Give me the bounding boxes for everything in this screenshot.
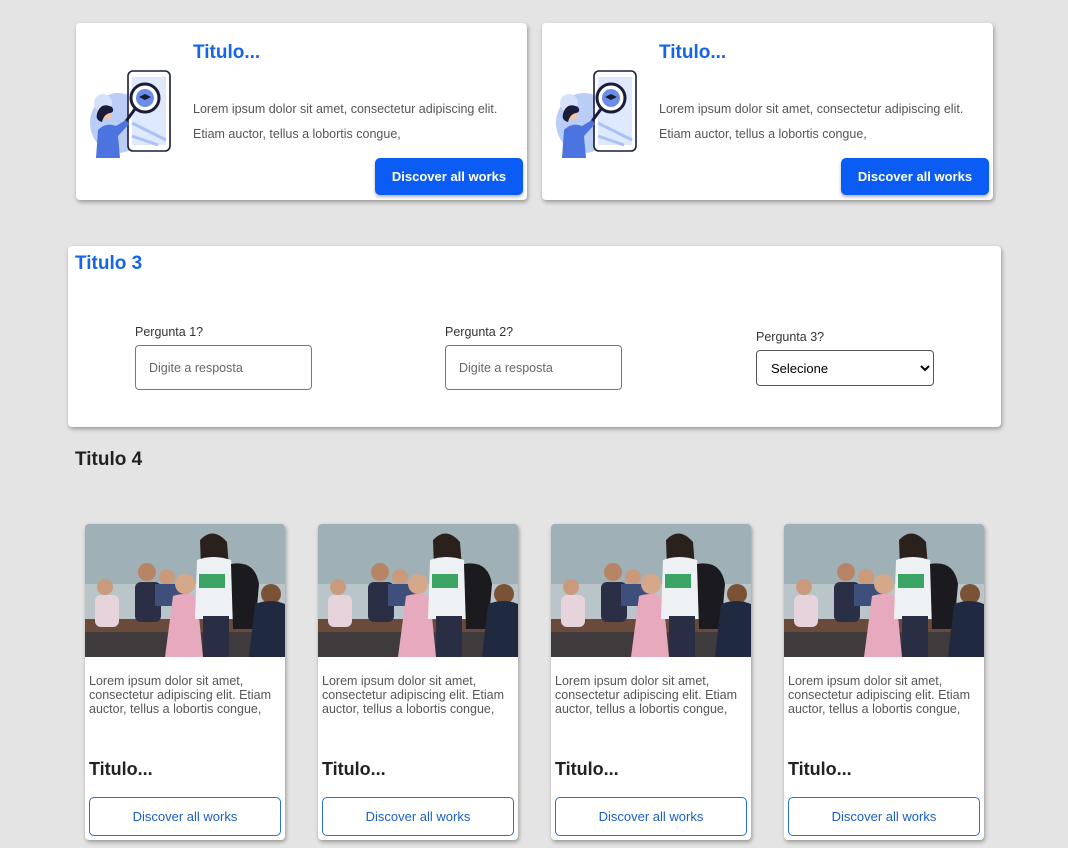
content-card: Lorem ipsum dolor sit amet, consectetur … — [318, 524, 518, 840]
discover-all-works-button[interactable]: Discover all works — [89, 797, 281, 836]
info-card: Titulo... Lorem ipsum dolor sit amet, co… — [542, 23, 993, 200]
card-description-line: Lorem ipsum dolor sit amet, consectetur … — [659, 102, 964, 116]
discover-all-works-button[interactable]: Discover all works — [788, 797, 980, 836]
card-title: Titulo... — [89, 759, 153, 779]
section-4-title: Titulo 4 — [75, 449, 143, 470]
card-title: Titulo... — [555, 759, 619, 779]
card-title: Titulo... — [659, 42, 727, 63]
classroom-students-photo — [551, 524, 751, 657]
question-3-label: Pergunta 3? — [756, 330, 825, 344]
student-phone-search-illustration — [88, 68, 178, 158]
card-description: Lorem ipsum dolor sit amet, consectetur … — [555, 674, 738, 716]
question-3-select[interactable]: Selecione — [756, 350, 934, 386]
content-card: Lorem ipsum dolor sit amet, consectetur … — [784, 524, 984, 840]
card-description: Lorem ipsum dolor sit amet, consectetur … — [322, 674, 505, 716]
content-card: Lorem ipsum dolor sit amet, consectetur … — [551, 524, 751, 840]
question-1-input[interactable] — [135, 345, 312, 390]
question-2-label: Pergunta 2? — [445, 325, 514, 339]
info-card: Titulo... Lorem ipsum dolor sit amet, co… — [76, 23, 527, 200]
card-description: Lorem ipsum dolor sit amet, consectetur … — [659, 97, 994, 147]
card-description: Lorem ipsum dolor sit amet, consectetur … — [89, 674, 272, 716]
student-phone-search-illustration — [554, 68, 644, 158]
discover-all-works-button[interactable]: Discover all works — [322, 797, 514, 836]
question-2-input[interactable] — [445, 345, 622, 390]
card-title: Titulo... — [788, 759, 852, 779]
card-title: Titulo... — [193, 42, 261, 63]
discover-all-works-button[interactable]: Discover all works — [375, 158, 523, 195]
card-description-line: Etiam auctor, tellus a lobortis congue, — [193, 127, 401, 141]
content-card: Lorem ipsum dolor sit amet, consectetur … — [85, 524, 285, 840]
card-description-line: Etiam auctor, tellus a lobortis congue, — [659, 127, 867, 141]
classroom-students-photo — [318, 524, 518, 657]
discover-all-works-button[interactable]: Discover all works — [841, 158, 989, 195]
discover-all-works-button[interactable]: Discover all works — [555, 797, 747, 836]
card-title: Titulo... — [322, 759, 386, 779]
form-section-title: Titulo 3 — [75, 253, 143, 274]
questions-form-card: Titulo 3 Pergunta 1? Pergunta 2? Pergunt… — [68, 246, 1001, 427]
card-description-line: Lorem ipsum dolor sit amet, consectetur … — [193, 102, 498, 116]
card-description: Lorem ipsum dolor sit amet, consectetur … — [193, 97, 528, 147]
classroom-students-photo — [85, 524, 285, 657]
question-1-label: Pergunta 1? — [135, 325, 204, 339]
classroom-students-photo — [784, 524, 984, 657]
card-description: Lorem ipsum dolor sit amet, consectetur … — [788, 674, 971, 716]
